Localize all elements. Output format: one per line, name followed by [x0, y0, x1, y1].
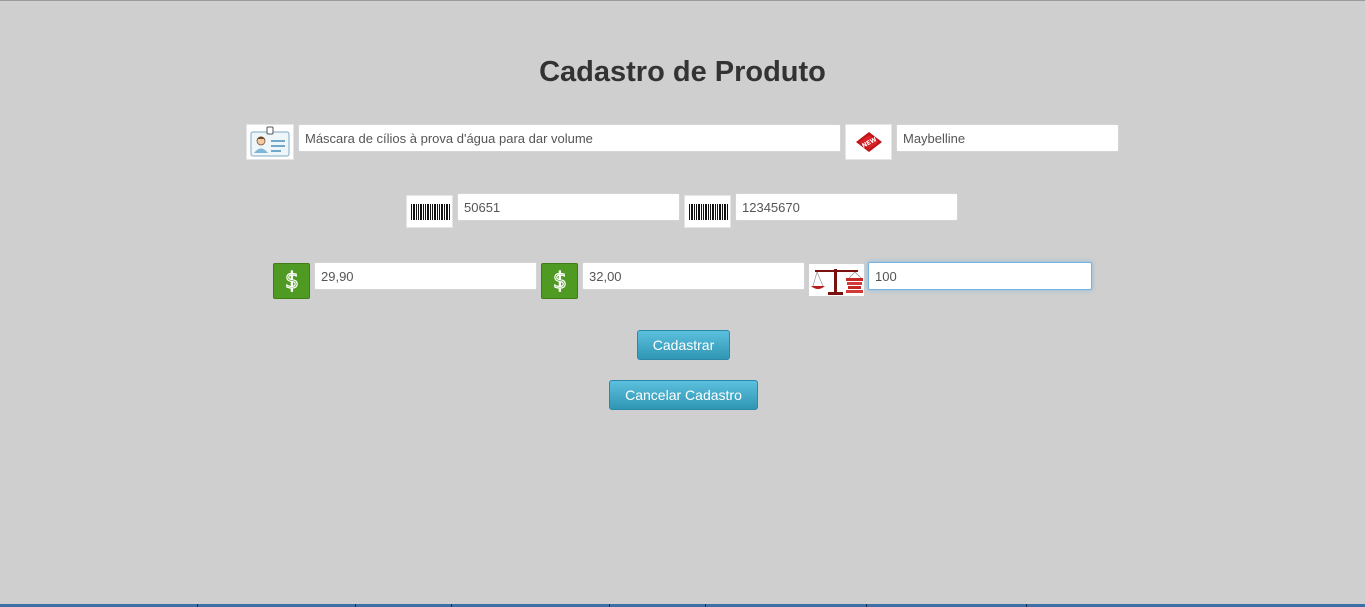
code-input[interactable]	[457, 193, 680, 221]
cancel-button[interactable]: Cancelar Cadastro	[609, 380, 758, 410]
cost-price-input[interactable]	[314, 262, 537, 290]
quantity-input[interactable]	[868, 262, 1092, 290]
brand-input[interactable]	[896, 124, 1119, 152]
description-input[interactable]	[298, 124, 841, 152]
page-title: Cadastro de Produto	[539, 56, 826, 88]
barcode-icon	[406, 195, 453, 228]
dollar-icon: $	[273, 263, 310, 299]
svg-text:$: $	[553, 269, 567, 294]
id-card-icon	[246, 124, 294, 160]
dollar-icon: $	[541, 263, 578, 299]
scale-icon	[809, 264, 864, 296]
sale-price-input[interactable]	[582, 262, 805, 290]
svg-text:$: $	[285, 269, 299, 294]
submit-button[interactable]: Cadastrar	[637, 330, 730, 360]
barcode-icon	[684, 195, 731, 228]
brand-tag-icon: NEW	[845, 124, 892, 160]
barcode-input[interactable]	[735, 193, 958, 221]
